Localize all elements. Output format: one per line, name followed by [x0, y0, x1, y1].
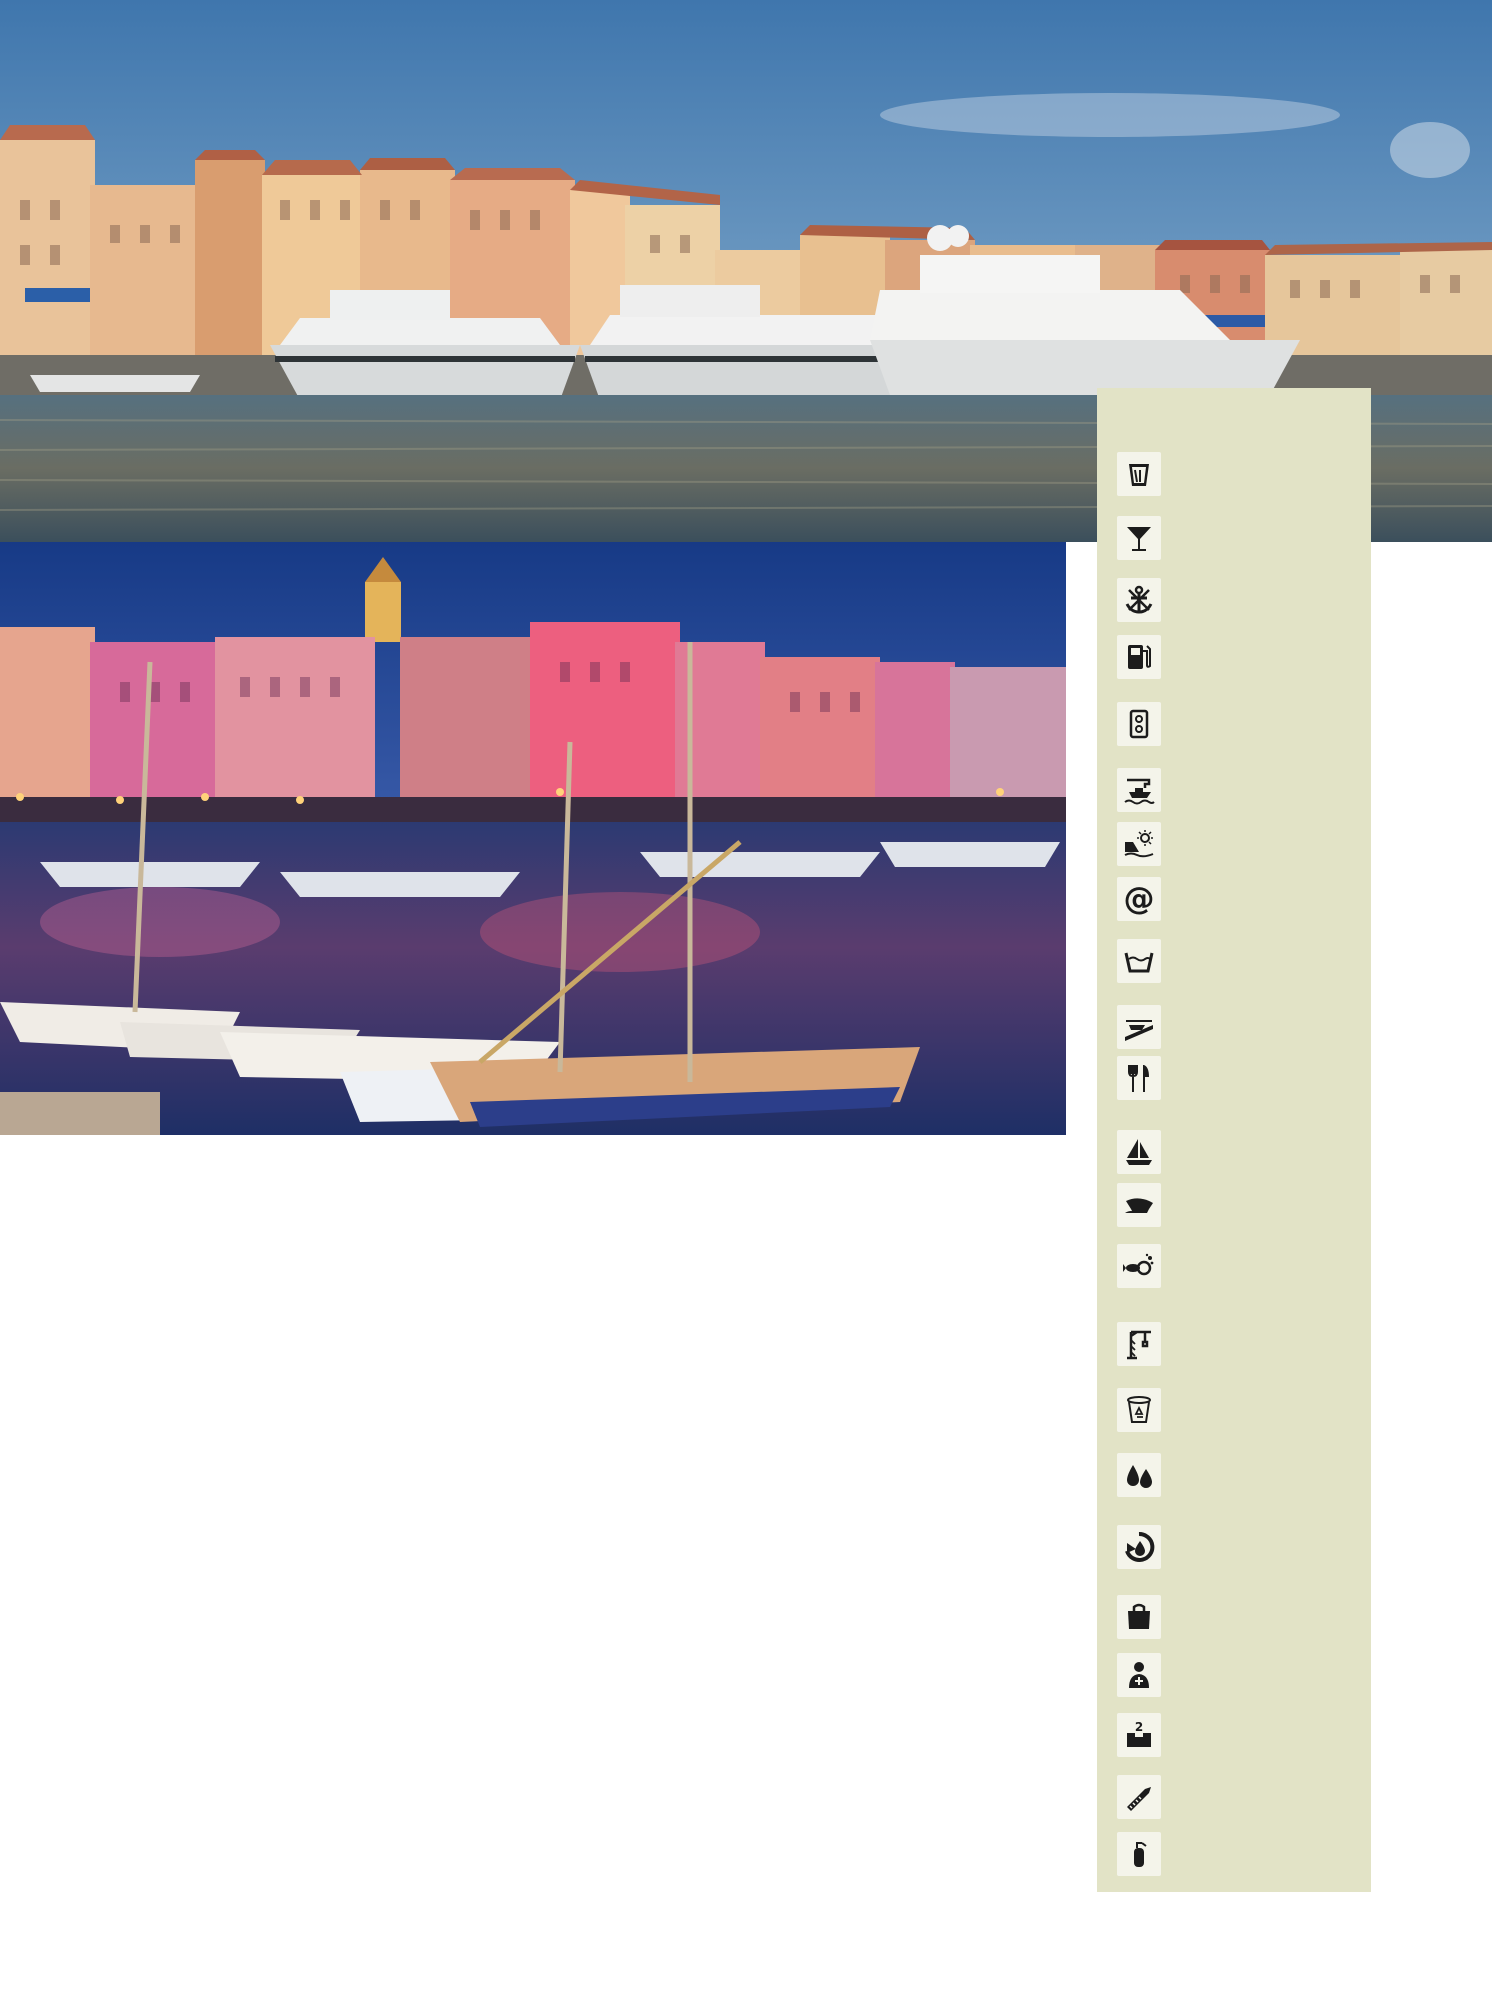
restaurant-icon [1117, 1056, 1161, 1100]
amenities-panel: @ 2 [1097, 388, 1371, 1892]
bar-icon [1117, 452, 1161, 496]
harbour-master-icon [1117, 1653, 1161, 1697]
harbour-night-photo [0, 542, 1066, 1135]
sailing-icon [1117, 1130, 1161, 1174]
waste-oil-icon [1117, 1525, 1161, 1569]
water-icon [1117, 1453, 1161, 1497]
electric-socket-icon [1117, 702, 1161, 746]
internet-symbol: @ [1123, 880, 1155, 917]
fire-extinguisher-icon [1117, 1832, 1161, 1876]
repair-saw-icon [1117, 1775, 1161, 1819]
mailbox-number: 2 [1135, 1720, 1143, 1734]
diving-icon [1117, 1244, 1161, 1288]
fuel-pump-icon [1117, 635, 1161, 679]
slipway-icon [1117, 1005, 1161, 1049]
anchor-icon [1117, 578, 1161, 622]
captain-hat-icon [1117, 1183, 1161, 1227]
laundry-icon [1117, 939, 1161, 983]
beach-icon [1117, 822, 1161, 866]
waste-recycling-icon [1117, 1388, 1161, 1432]
boat-lift-icon [1117, 768, 1161, 812]
internet-icon: @ [1117, 877, 1161, 921]
mailbox-icon: 2 [1117, 1713, 1161, 1757]
cocktail-icon [1117, 516, 1161, 560]
crane-icon [1117, 1322, 1161, 1366]
shop-icon [1117, 1595, 1161, 1639]
